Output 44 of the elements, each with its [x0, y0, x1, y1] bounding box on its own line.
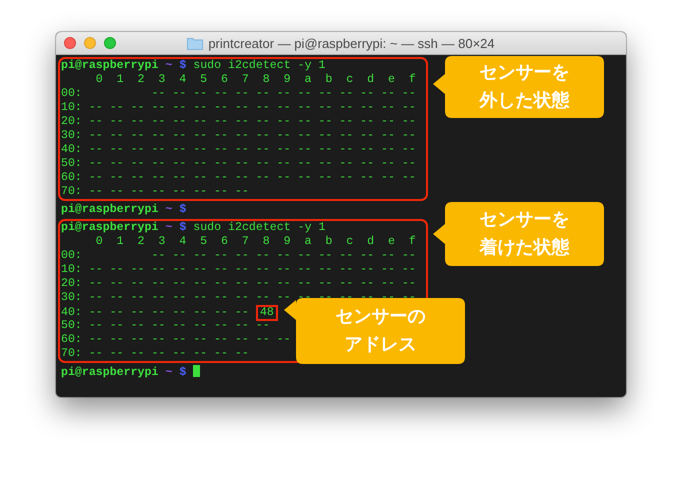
- minimize-button[interactable]: [84, 37, 96, 49]
- output-line: 10: -- -- -- -- -- -- -- -- -- -- -- -- -- -- -- --: [61, 101, 416, 114]
- prompt-symbol: $: [179, 221, 186, 234]
- callout-text: 外した状態: [480, 89, 570, 113]
- output-line: 40: -- -- -- -- -- -- -- -- -- -- -- -- -- -- -- --: [61, 143, 416, 156]
- prompt-symbol: $: [179, 203, 186, 216]
- prompt-symbol: $: [179, 59, 186, 72]
- output-line: 70: -- -- -- -- -- -- -- --: [61, 347, 249, 360]
- output-line: 30: -- -- -- -- -- -- -- -- -- -- -- -- -- -- -- --: [61, 129, 416, 142]
- output-line: 20: -- -- -- -- -- -- -- -- -- -- -- -- -- -- -- --: [61, 115, 416, 128]
- prompt-path: ~: [165, 203, 172, 216]
- output-line: 20: -- -- -- -- -- -- -- -- -- -- -- -- -- -- -- --: [61, 277, 416, 290]
- output-line: 60: -- -- -- -- -- -- -- -- -- -- -- -- -- -- -- --: [61, 171, 416, 184]
- zoom-button[interactable]: [104, 37, 116, 49]
- output-line: 30: -- -- -- -- -- -- -- -- -- -- -- -- -- -- -- --: [61, 291, 416, 304]
- output-line: 10: -- -- -- -- -- -- -- -- -- -- -- -- -- -- -- --: [61, 263, 416, 276]
- output-line: 40: -- -- -- -- -- -- -- --: [61, 306, 249, 319]
- output-line: 50: -- -- -- -- -- -- -- -- --: [61, 319, 270, 332]
- prompt-path: ~: [165, 366, 172, 379]
- output-line: 0 1 2 3 4 5 6 7 8 9 a b c d e f: [94, 235, 416, 248]
- prompt-symbol: $: [179, 366, 186, 379]
- command-text: sudo i2cdetect -y 1: [193, 59, 326, 72]
- callout-text: センサーを: [480, 61, 570, 85]
- prompt-path: ~: [165, 59, 172, 72]
- output-line: 70: -- -- -- -- -- -- -- --: [61, 185, 249, 198]
- output-line: 00: -- -- -- -- -- -- -- -- -- -- -- -- --: [61, 87, 416, 100]
- folder-icon: [187, 36, 204, 50]
- prompt-user: pi@raspberrypi: [61, 366, 158, 379]
- output-line: 60: -- -- -- -- -- -- -- -- -- --: [61, 333, 291, 346]
- prompt-user: pi@raspberrypi: [61, 203, 158, 216]
- close-button[interactable]: [64, 37, 76, 49]
- output-line: 50: -- -- -- -- -- -- -- -- -- -- -- -- -- -- -- --: [61, 157, 416, 170]
- command-text: sudo i2cdetect -y 1: [193, 221, 326, 234]
- output-line: 0 1 2 3 4 5 6 7 8 9 a b c d e f: [94, 73, 416, 86]
- prompt-user: pi@raspberrypi: [61, 59, 158, 72]
- prompt-path: ~: [165, 221, 172, 234]
- callout-text: 着けた状態: [480, 236, 570, 260]
- address-value: 48: [256, 305, 278, 321]
- output-line: 00: -- -- -- -- -- -- -- -- -- -- -- -- --: [61, 249, 416, 262]
- callout-text: センサーの: [336, 305, 426, 329]
- window-title: printcreator — pi@raspberrypi: ~ — ssh — 80×24: [208, 36, 495, 50]
- callout-text: センサーを: [480, 208, 570, 232]
- prompt-user: pi@raspberrypi: [61, 221, 158, 234]
- callout-text: アドレス: [344, 333, 416, 357]
